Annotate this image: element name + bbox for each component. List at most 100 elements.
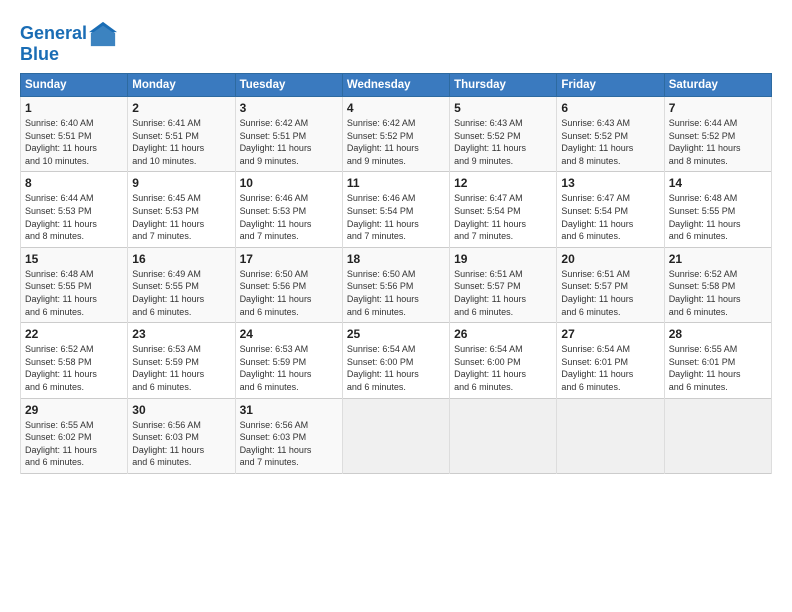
day-info: Sunrise: 6:46 AM Sunset: 5:54 PM Dayligh… (347, 192, 445, 242)
day-number: 17 (240, 252, 338, 266)
day-number: 24 (240, 327, 338, 341)
day-info: Sunrise: 6:42 AM Sunset: 5:51 PM Dayligh… (240, 117, 338, 167)
calendar-header-row: SundayMondayTuesdayWednesdayThursdayFrid… (21, 74, 772, 97)
calendar-day-cell: 29 Sunrise: 6:55 AM Sunset: 6:02 PM Dayli… (21, 398, 128, 473)
day-number: 8 (25, 176, 123, 190)
calendar-week-row: 15Sunrise: 6:48 AM Sunset: 5:55 PM Dayli… (21, 247, 772, 322)
day-info: Sunrise: 6:52 AM Sunset: 5:58 PM Dayligh… (25, 343, 123, 393)
calendar-week-row: 1Sunrise: 6:40 AM Sunset: 5:51 PM Daylig… (21, 97, 772, 172)
day-info: Sunrise: 6:51 AM Sunset: 5:57 PM Dayligh… (454, 268, 552, 318)
day-number: 26 (454, 327, 552, 341)
calendar-day-cell: 13Sunrise: 6:47 AM Sunset: 5:54 PM Dayli… (557, 172, 664, 247)
day-info: Sunrise: 6:49 AM Sunset: 5:55 PM Dayligh… (132, 268, 230, 318)
day-number: 4 (347, 101, 445, 115)
weekday-header: Thursday (450, 74, 557, 97)
calendar-day-cell: 2 Sunrise: 6:41 AM Sunset: 5:51 PM Daylig… (128, 97, 235, 172)
day-number: 5 (454, 101, 552, 115)
day-info: Sunrise: 6:43 AM Sunset: 5:52 PM Dayligh… (561, 117, 659, 167)
day-info: Sunrise: 6:56 AM Sunset: 6:03 PM Dayligh… (240, 419, 338, 469)
day-number: 12 (454, 176, 552, 190)
calendar-day-cell: 6 Sunrise: 6:43 AM Sunset: 5:52 PM Daylig… (557, 97, 664, 172)
day-info: Sunrise: 6:50 AM Sunset: 5:56 PM Dayligh… (240, 268, 338, 318)
day-number: 1 (25, 101, 123, 115)
calendar-day-cell (664, 398, 771, 473)
calendar-day-cell: 31 Sunrise: 6:56 AM Sunset: 6:03 PM Dayli… (235, 398, 342, 473)
day-info: Sunrise: 6:41 AM Sunset: 5:51 PM Dayligh… (132, 117, 230, 167)
day-number: 30 (132, 403, 230, 417)
day-info: Sunrise: 6:52 AM Sunset: 5:58 PM Dayligh… (669, 268, 767, 318)
day-number: 31 (240, 403, 338, 417)
day-info: Sunrise: 6:45 AM Sunset: 5:53 PM Dayligh… (132, 192, 230, 242)
weekday-header: Saturday (664, 74, 771, 97)
day-info: Sunrise: 6:47 AM Sunset: 5:54 PM Dayligh… (454, 192, 552, 242)
day-number: 18 (347, 252, 445, 266)
day-number: 21 (669, 252, 767, 266)
day-info: Sunrise: 6:56 AM Sunset: 6:03 PM Dayligh… (132, 419, 230, 469)
day-number: 20 (561, 252, 659, 266)
calendar-day-cell: 20 Sunrise: 6:51 AM Sunset: 5:57 PM Dayli… (557, 247, 664, 322)
weekday-header: Monday (128, 74, 235, 97)
day-number: 25 (347, 327, 445, 341)
day-number: 28 (669, 327, 767, 341)
day-info: Sunrise: 6:54 AM Sunset: 6:00 PM Dayligh… (347, 343, 445, 393)
calendar-day-cell: 11 Sunrise: 6:46 AM Sunset: 5:54 PM Dayli… (342, 172, 449, 247)
day-info: Sunrise: 6:44 AM Sunset: 5:53 PM Dayligh… (25, 192, 123, 242)
calendar-day-cell: 27Sunrise: 6:54 AM Sunset: 6:01 PM Dayli… (557, 323, 664, 398)
weekday-header: Tuesday (235, 74, 342, 97)
calendar-day-cell: 15Sunrise: 6:48 AM Sunset: 5:55 PM Dayli… (21, 247, 128, 322)
day-info: Sunrise: 6:44 AM Sunset: 5:52 PM Dayligh… (669, 117, 767, 167)
day-info: Sunrise: 6:53 AM Sunset: 5:59 PM Dayligh… (240, 343, 338, 393)
calendar-day-cell: 24 Sunrise: 6:53 AM Sunset: 5:59 PM Dayli… (235, 323, 342, 398)
calendar-day-cell: 5 Sunrise: 6:43 AM Sunset: 5:52 PM Daylig… (450, 97, 557, 172)
day-number: 2 (132, 101, 230, 115)
day-info: Sunrise: 6:55 AM Sunset: 6:02 PM Dayligh… (25, 419, 123, 469)
day-number: 9 (132, 176, 230, 190)
day-info: Sunrise: 6:54 AM Sunset: 6:00 PM Dayligh… (454, 343, 552, 393)
day-number: 15 (25, 252, 123, 266)
logo-text: General (20, 24, 87, 44)
calendar-day-cell: 28 Sunrise: 6:55 AM Sunset: 6:01 PM Dayli… (664, 323, 771, 398)
calendar-day-cell: 8 Sunrise: 6:44 AM Sunset: 5:53 PM Daylig… (21, 172, 128, 247)
calendar-day-cell: 17 Sunrise: 6:50 AM Sunset: 5:56 PM Dayli… (235, 247, 342, 322)
calendar-day-cell: 23 Sunrise: 6:53 AM Sunset: 5:59 PM Dayli… (128, 323, 235, 398)
day-number: 14 (669, 176, 767, 190)
day-number: 3 (240, 101, 338, 115)
weekday-header: Wednesday (342, 74, 449, 97)
calendar-day-cell (342, 398, 449, 473)
day-info: Sunrise: 6:43 AM Sunset: 5:52 PM Dayligh… (454, 117, 552, 167)
calendar-day-cell: 7 Sunrise: 6:44 AM Sunset: 5:52 PM Daylig… (664, 97, 771, 172)
calendar-day-cell: 4 Sunrise: 6:42 AM Sunset: 5:52 PM Daylig… (342, 97, 449, 172)
calendar-day-cell: 12 Sunrise: 6:47 AM Sunset: 5:54 PM Dayli… (450, 172, 557, 247)
day-info: Sunrise: 6:47 AM Sunset: 5:54 PM Dayligh… (561, 192, 659, 242)
calendar-day-cell: 22 Sunrise: 6:52 AM Sunset: 5:58 PM Dayli… (21, 323, 128, 398)
day-number: 16 (132, 252, 230, 266)
day-info: Sunrise: 6:42 AM Sunset: 5:52 PM Dayligh… (347, 117, 445, 167)
calendar-day-cell: 1Sunrise: 6:40 AM Sunset: 5:51 PM Daylig… (21, 97, 128, 172)
calendar-day-cell: 30 Sunrise: 6:56 AM Sunset: 6:03 PM Dayli… (128, 398, 235, 473)
calendar-table: SundayMondayTuesdayWednesdayThursdayFrid… (20, 73, 772, 474)
day-number: 29 (25, 403, 123, 417)
page-header: General Blue (20, 16, 772, 65)
day-number: 27 (561, 327, 659, 341)
calendar-day-cell: 18 Sunrise: 6:50 AM Sunset: 5:56 PM Dayli… (342, 247, 449, 322)
calendar-day-cell: 21 Sunrise: 6:52 AM Sunset: 5:58 PM Dayli… (664, 247, 771, 322)
weekday-header: Sunday (21, 74, 128, 97)
day-number: 23 (132, 327, 230, 341)
calendar-day-cell: 14Sunrise: 6:48 AM Sunset: 5:55 PM Dayli… (664, 172, 771, 247)
day-number: 11 (347, 176, 445, 190)
calendar-day-cell: 16 Sunrise: 6:49 AM Sunset: 5:55 PM Dayli… (128, 247, 235, 322)
calendar-day-cell (557, 398, 664, 473)
day-info: Sunrise: 6:53 AM Sunset: 5:59 PM Dayligh… (132, 343, 230, 393)
calendar-day-cell: 9 Sunrise: 6:45 AM Sunset: 5:53 PM Daylig… (128, 172, 235, 247)
calendar-body: 1Sunrise: 6:40 AM Sunset: 5:51 PM Daylig… (21, 97, 772, 474)
day-number: 7 (669, 101, 767, 115)
day-number: 22 (25, 327, 123, 341)
day-number: 6 (561, 101, 659, 115)
calendar-day-cell (450, 398, 557, 473)
day-info: Sunrise: 6:55 AM Sunset: 6:01 PM Dayligh… (669, 343, 767, 393)
logo-icon (89, 20, 117, 48)
day-info: Sunrise: 6:51 AM Sunset: 5:57 PM Dayligh… (561, 268, 659, 318)
day-info: Sunrise: 6:50 AM Sunset: 5:56 PM Dayligh… (347, 268, 445, 318)
logo: General Blue (20, 20, 117, 65)
day-number: 10 (240, 176, 338, 190)
